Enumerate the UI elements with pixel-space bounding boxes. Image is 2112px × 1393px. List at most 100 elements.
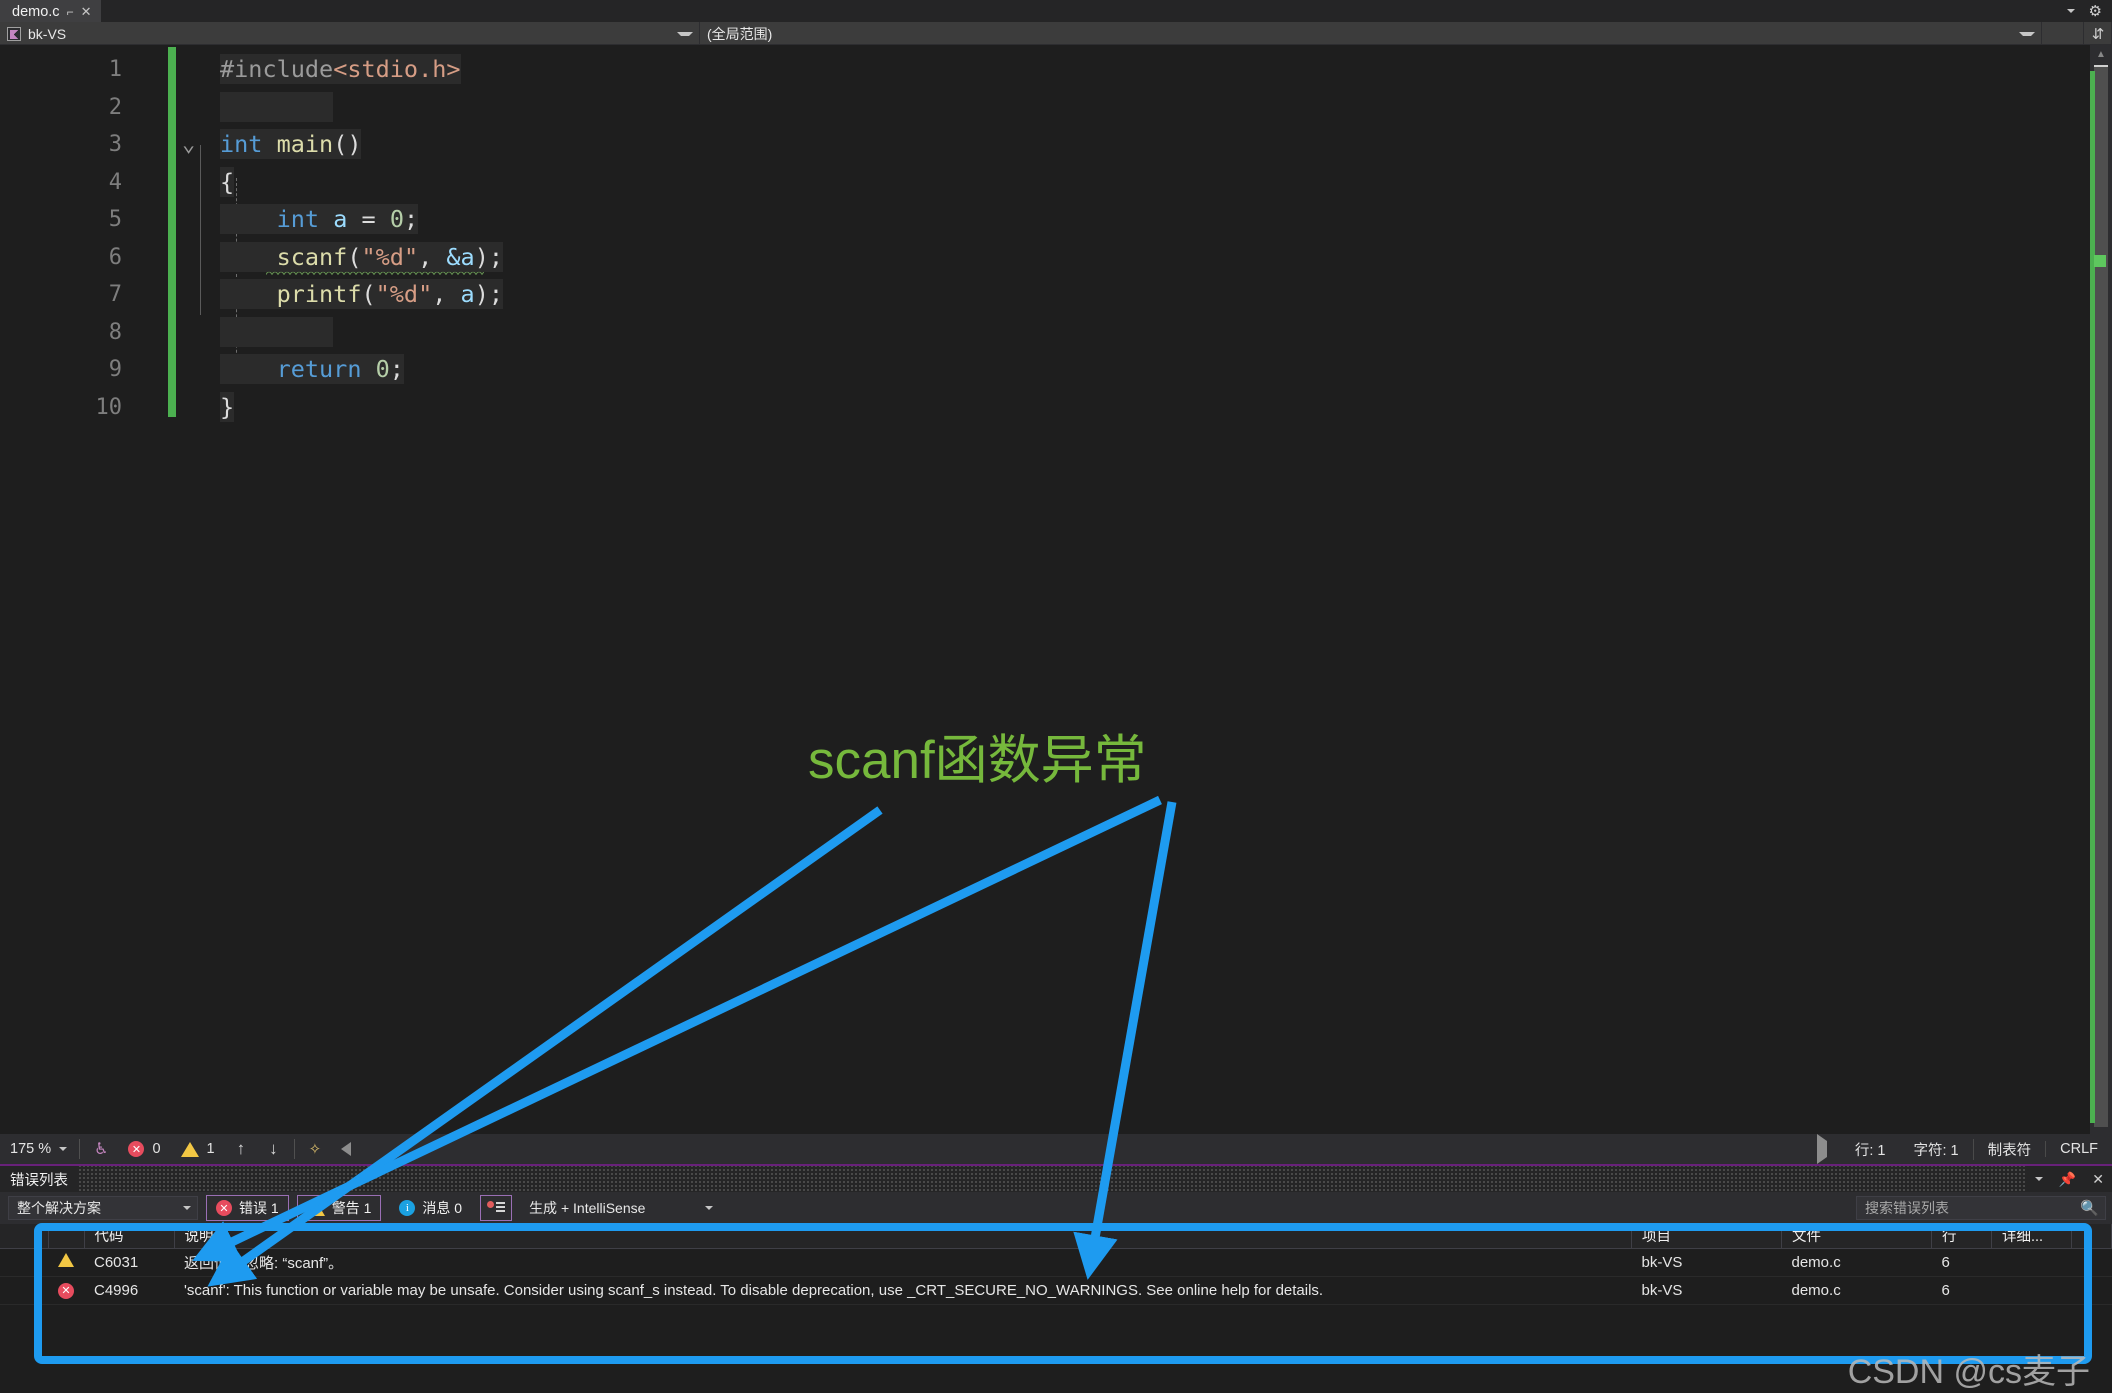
project-icon (7, 26, 21, 41)
arrow-up-icon[interactable]: ↑ (225, 1139, 258, 1159)
zoom-level-dropdown[interactable]: 175 % (0, 1141, 75, 1157)
status-divider-2 (293, 1139, 295, 1159)
chevron-down-icon[interactable] (59, 1147, 68, 1151)
line-number: 3 (108, 132, 122, 157)
code-line[interactable] (220, 314, 2052, 352)
column-header-project[interactable]: 项目 (1631, 1224, 1782, 1249)
triangle-right-icon[interactable] (1803, 1134, 1841, 1164)
row-file-cell: demo.c (1781, 1276, 1932, 1305)
error-list-table: 代码 说明 项目 文件 行 详细... C6031 返回值被忽略: “scanf”… (0, 1224, 2112, 1305)
column-header-description[interactable]: 说明 (174, 1224, 1632, 1249)
error-circle-icon: ✕ (128, 1141, 145, 1157)
line-number: 10 (95, 394, 123, 420)
title-bar-drag-area[interactable] (78, 1166, 2025, 1192)
tab-demo-c[interactable]: demo.c ⌐ ✕ (0, 0, 102, 22)
line-number: 6 (108, 244, 122, 270)
member-scope-dropdown[interactable]: (全局范围) (700, 22, 2042, 45)
column-header-file[interactable]: 文件 (1781, 1224, 1932, 1249)
code-line[interactable]: scanf("%d", &a); (220, 239, 2052, 277)
editor-status-bar: 175 % ♿ ✕ 0 1 ↑ ↓ ✧ 行: 1 字符: 1 制表符 CRLF (0, 1134, 2112, 1164)
chevron-down-icon[interactable] (705, 1206, 714, 1210)
error-circle-icon: ✕ (216, 1200, 232, 1216)
table-row[interactable]: C6031 返回值被忽略: “scanf”。 bk-VS demo.c 6 (0, 1248, 2112, 1277)
line-number-gutter: 1 2 3 4 5 6 7 8 9 10 (0, 45, 150, 1134)
chevron-down-icon[interactable] (2066, 9, 2075, 13)
annotation-label: scanf函数异常 (808, 731, 1147, 790)
column-header-code[interactable]: 代码 (84, 1224, 175, 1249)
intellisense-icon[interactable]: ♿ (84, 1139, 118, 1159)
filter-button[interactable] (480, 1195, 513, 1221)
error-list-title: 错误列表 (10, 1172, 68, 1189)
column-header-line[interactable]: 行 (1931, 1224, 1992, 1249)
tab-strip: demo.c ⌐ ✕ ⚙ (0, 0, 2112, 22)
chevron-down-icon[interactable] (677, 31, 693, 36)
tab-indicator[interactable]: 制表符 (1972, 1138, 2046, 1160)
code-line[interactable]: return 0; (220, 351, 2052, 389)
warnings-filter-button[interactable]: 警告 1 (296, 1195, 382, 1221)
error-squiggle (266, 269, 484, 275)
error-count[interactable]: ✕ 0 (118, 1141, 170, 1157)
scroll-up-icon[interactable]: ▲ (2090, 45, 2112, 63)
error-count-label: 0 (152, 1141, 161, 1157)
chevron-down-icon[interactable] (2019, 31, 2035, 36)
zoom-level-label: 175 % (10, 1141, 52, 1157)
pin-icon[interactable]: ⌐ (67, 6, 74, 18)
warning-count[interactable]: 1 (171, 1141, 225, 1157)
warning-count-label: 1 (206, 1141, 215, 1157)
tab-label: demo.c (12, 3, 60, 20)
close-icon[interactable]: ✕ (2092, 1171, 2104, 1188)
pin-icon[interactable]: 📌 (2059, 1171, 2076, 1188)
error-list-title-bar: 错误列表 📌 ✕ (0, 1166, 2112, 1192)
split-view-icon[interactable]: ⇵ (2084, 22, 2112, 45)
error-list-toolbar: 整个解决方案 ✕ 错误 1 警告 1 i 消息 0 生成 + IntelliSe… (0, 1192, 2112, 1224)
scrollbar-thumb[interactable] (2094, 67, 2108, 1127)
line-number: 9 (108, 357, 122, 382)
warning-triangle-icon (180, 1141, 199, 1157)
triangle-left-icon[interactable] (331, 1142, 361, 1156)
column-header-end[interactable] (2071, 1224, 2112, 1249)
error-list-panel: 错误列表 📌 ✕ 整个解决方案 ✕ 错误 1 警告 1 i 消息 0 生成 + … (0, 1164, 2112, 1393)
row-file-cell: demo.c (1781, 1248, 1932, 1277)
search-icon[interactable]: 🔍 (2080, 1199, 2099, 1217)
errors-filter-button[interactable]: ✕ 错误 1 (206, 1195, 289, 1221)
warning-triangle-icon (48, 1248, 84, 1277)
project-scope-dropdown[interactable]: bk-VS (0, 22, 700, 45)
table-header-row: 代码 说明 项目 文件 行 详细... (0, 1224, 2112, 1249)
arrow-down-icon[interactable]: ↓ (257, 1139, 290, 1159)
line-number: 8 (108, 319, 122, 345)
block-structure-line (200, 145, 201, 315)
code-text-area[interactable]: #include<stdio.h> int main(){ int a = 0;… (220, 51, 2052, 1134)
scope-filter-dropdown[interactable]: 整个解决方案 (8, 1196, 198, 1220)
build-filter-dropdown[interactable]: 生成 + IntelliSense (520, 1196, 720, 1220)
row-blank-cell (0, 1248, 48, 1277)
row-description-cell: 返回值被忽略: “scanf”。 (174, 1248, 1632, 1277)
column-header-blank[interactable] (0, 1224, 49, 1249)
code-line[interactable]: printf("%d", a); (220, 276, 2052, 314)
column-header-severity[interactable] (48, 1224, 85, 1249)
eol-indicator[interactable]: CRLF (2045, 1141, 2112, 1157)
close-icon[interactable]: ✕ (81, 5, 92, 18)
row-description-cell: 'scanf': This function or variable may b… (174, 1276, 1632, 1305)
scrollbar-change-bar (2090, 71, 2095, 1123)
editor-vertical-scrollbar[interactable]: ▲ (2090, 45, 2112, 1134)
filter-icon (487, 1200, 506, 1216)
messages-filter-button[interactable]: i 消息 0 (389, 1195, 473, 1221)
search-input[interactable]: 搜索错误列表 🔍 (1856, 1196, 2106, 1220)
code-line[interactable]: { (220, 164, 2052, 202)
code-editor[interactable]: 1 2 3 4 5 6 7 8 9 10 ⌄ #include<stdio.h> int main… (0, 45, 2112, 1134)
code-line[interactable]: } (220, 389, 2052, 427)
code-line[interactable]: int main() (220, 126, 2052, 164)
tools-icon[interactable]: ✧ (299, 1140, 332, 1158)
code-line[interactable]: #include<stdio.h> (220, 51, 2052, 89)
chevron-down-icon[interactable]: ⌄ (182, 126, 195, 164)
column-header-details[interactable]: 详细... (1991, 1224, 2072, 1249)
messages-filter-label: 消息 0 (422, 1200, 463, 1216)
chevron-down-icon[interactable] (183, 1206, 191, 1210)
chevron-down-icon[interactable] (2034, 1177, 2043, 1181)
gear-icon[interactable]: ⚙ (2089, 2, 2102, 20)
code-line[interactable]: int a = 0; (220, 201, 2052, 239)
code-line[interactable] (220, 89, 2052, 127)
table-row[interactable]: ✕ C4996'scanf': This function or variable… (0, 1276, 2112, 1305)
row-project-cell: bk-VS (1631, 1248, 1782, 1277)
line-number: 5 (108, 207, 122, 232)
